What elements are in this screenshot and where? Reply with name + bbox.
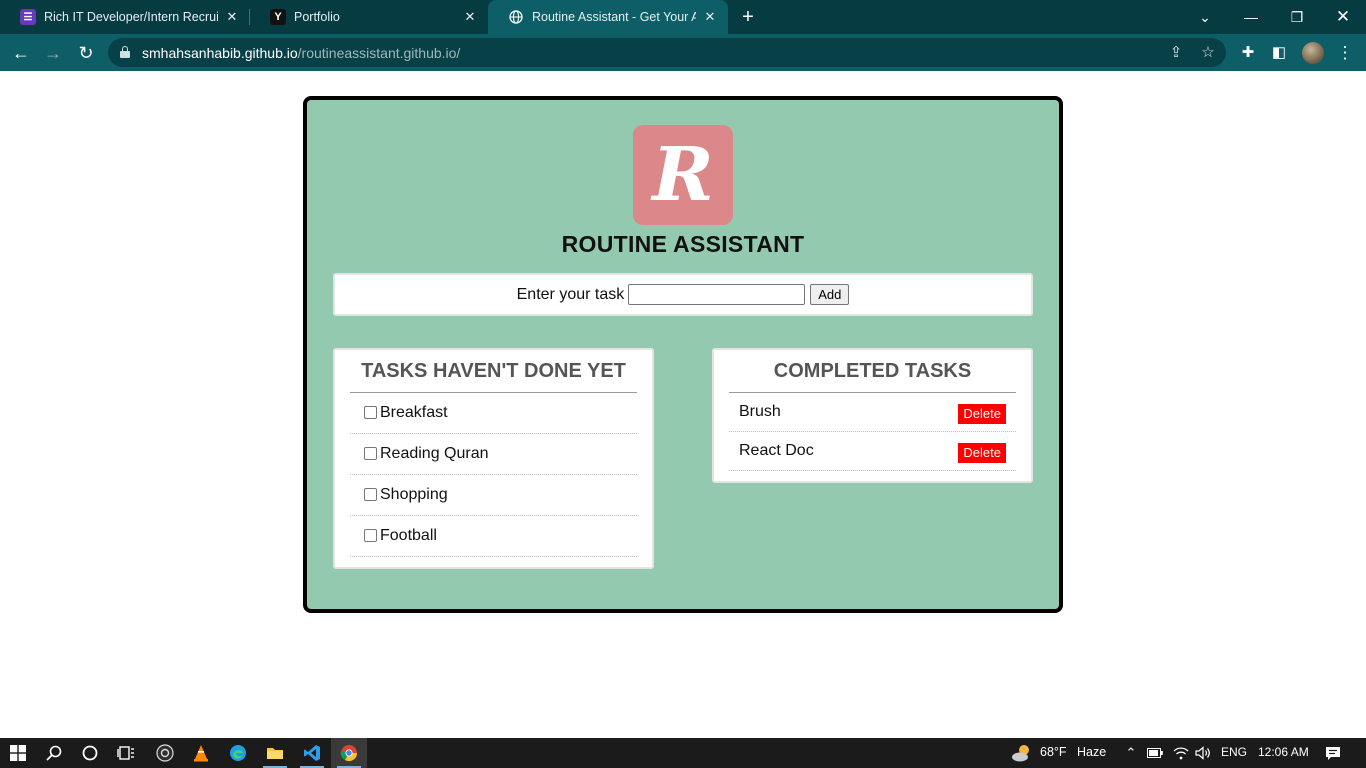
- restore-icon[interactable]: ❐: [1274, 0, 1320, 34]
- task-input-label: Enter your task: [516, 285, 625, 303]
- task-checkbox[interactable]: [364, 488, 377, 501]
- bookmark-star-icon[interactable]: ☆: [1198, 43, 1218, 63]
- edge-icon[interactable]: [220, 738, 256, 768]
- completed-tasks-heading: COMPLETED TASKS: [773, 360, 972, 382]
- form-icon: ☰: [20, 9, 36, 25]
- tab-title: Portfolio: [294, 10, 340, 24]
- pending-task-row: Football: [350, 516, 637, 557]
- menu-kebab-icon[interactable]: ⋮: [1334, 42, 1356, 64]
- task-entry-form: Enter your task Add: [333, 273, 1033, 316]
- url-text: smhahsanhabib.github.io/routineassistant…: [142, 45, 461, 61]
- weather-condition[interactable]: Haze: [1077, 745, 1106, 759]
- task-checkbox[interactable]: [364, 447, 377, 460]
- app-logo: R: [633, 125, 733, 225]
- completed-tasks-panel: COMPLETED TASKS Brush Delete React Doc D…: [712, 348, 1033, 483]
- page-title: ROUTINE ASSISTANT: [561, 231, 805, 257]
- chrome-icon[interactable]: [331, 738, 367, 768]
- close-tab-icon[interactable]: ✕: [224, 9, 240, 25]
- pending-task-row: Shopping: [350, 475, 637, 516]
- task-view-icon[interactable]: [108, 738, 144, 768]
- reload-icon[interactable]: ↻: [73, 40, 99, 66]
- task-checkbox[interactable]: [364, 529, 377, 542]
- tab-title: Rich IT Developer/Intern Recruitment: [44, 10, 218, 24]
- windows-taskbar: 68°F Haze ⌃ ENG 12:06 AM: [0, 738, 1366, 768]
- notifications-icon[interactable]: [1318, 738, 1348, 768]
- forward-icon[interactable]: →: [40, 40, 66, 66]
- back-icon[interactable]: ←: [8, 40, 34, 66]
- close-tab-icon[interactable]: ✕: [462, 9, 478, 25]
- task-checkbox[interactable]: [364, 406, 377, 419]
- task-label: Football: [380, 527, 437, 544]
- file-explorer-icon[interactable]: [257, 738, 293, 768]
- browser-toolbar: ← → ↻ smhahsanhabib.github.io/routineass…: [0, 34, 1366, 71]
- extensions-icon[interactable]: ✚: [1237, 42, 1259, 64]
- close-tab-icon[interactable]: ✕: [702, 9, 718, 25]
- delete-task-button[interactable]: Delete: [958, 404, 1006, 424]
- search-icon[interactable]: [36, 738, 72, 768]
- routine-assistant-app: R ROUTINE ASSISTANT Enter your task Add …: [303, 96, 1063, 613]
- tab-portfolio[interactable]: Y Portfolio ✕: [250, 0, 488, 34]
- task-input[interactable]: [628, 284, 806, 305]
- task-label: Breakfast: [380, 404, 448, 421]
- task-label: Shopping: [380, 486, 448, 503]
- side-panel-icon[interactable]: ◧: [1268, 42, 1290, 64]
- new-tab-button[interactable]: +: [737, 6, 759, 28]
- show-hidden-icons-chevron-icon[interactable]: ⌃: [1120, 738, 1142, 768]
- add-task-button[interactable]: Add: [810, 284, 850, 305]
- task-label: Reading Quran: [380, 445, 489, 462]
- input-language[interactable]: ENG: [1221, 745, 1247, 759]
- tab-strip: ☰ Rich IT Developer/Intern Recruitment ✕…: [0, 0, 1366, 34]
- lock-icon[interactable]: [120, 46, 130, 58]
- pending-task-row: Reading Quran: [350, 434, 637, 475]
- minimize-icon[interactable]: —: [1228, 0, 1274, 34]
- pending-tasks-heading: TASKS HAVEN'T DONE YET: [361, 360, 626, 382]
- tab-title: Routine Assistant - Get Your All Work Do…: [532, 10, 696, 24]
- weather-icon[interactable]: [1006, 738, 1036, 768]
- share-icon[interactable]: ⇪: [1166, 43, 1186, 63]
- vscode-icon[interactable]: [294, 738, 330, 768]
- delete-task-button[interactable]: Delete: [958, 443, 1006, 463]
- obs-icon[interactable]: [147, 738, 183, 768]
- tab-rich-it[interactable]: ☰ Rich IT Developer/Intern Recruitment ✕: [0, 0, 250, 34]
- completed-task-row: React Doc Delete: [729, 432, 1016, 471]
- globe-icon: [508, 9, 524, 25]
- close-window-icon[interactable]: ✕: [1320, 0, 1366, 34]
- profile-avatar[interactable]: [1302, 42, 1324, 64]
- task-label: Brush: [739, 403, 781, 420]
- task-label: React Doc: [739, 442, 814, 459]
- tab-search-chevron-icon[interactable]: ⌄: [1182, 0, 1228, 34]
- pending-task-row: Breakfast: [350, 393, 637, 434]
- vlc-icon[interactable]: [183, 738, 219, 768]
- windows-start-icon[interactable]: [0, 738, 36, 768]
- cortana-icon[interactable]: [72, 738, 108, 768]
- pending-tasks-panel: TASKS HAVEN'T DONE YET Breakfast Reading…: [333, 348, 654, 569]
- battery-icon[interactable]: [1144, 738, 1166, 768]
- volume-icon[interactable]: [1192, 738, 1214, 768]
- y-favicon-icon: Y: [270, 9, 286, 25]
- address-bar[interactable]: smhahsanhabib.github.io/routineassistant…: [108, 38, 1226, 67]
- tab-routine-assistant[interactable]: Routine Assistant - Get Your All Work Do…: [488, 0, 728, 34]
- completed-task-row: Brush Delete: [729, 393, 1016, 432]
- system-clock[interactable]: 12:06 AM: [1258, 745, 1309, 759]
- weather-temperature[interactable]: 68°F: [1040, 745, 1067, 759]
- network-icon[interactable]: [1170, 738, 1192, 768]
